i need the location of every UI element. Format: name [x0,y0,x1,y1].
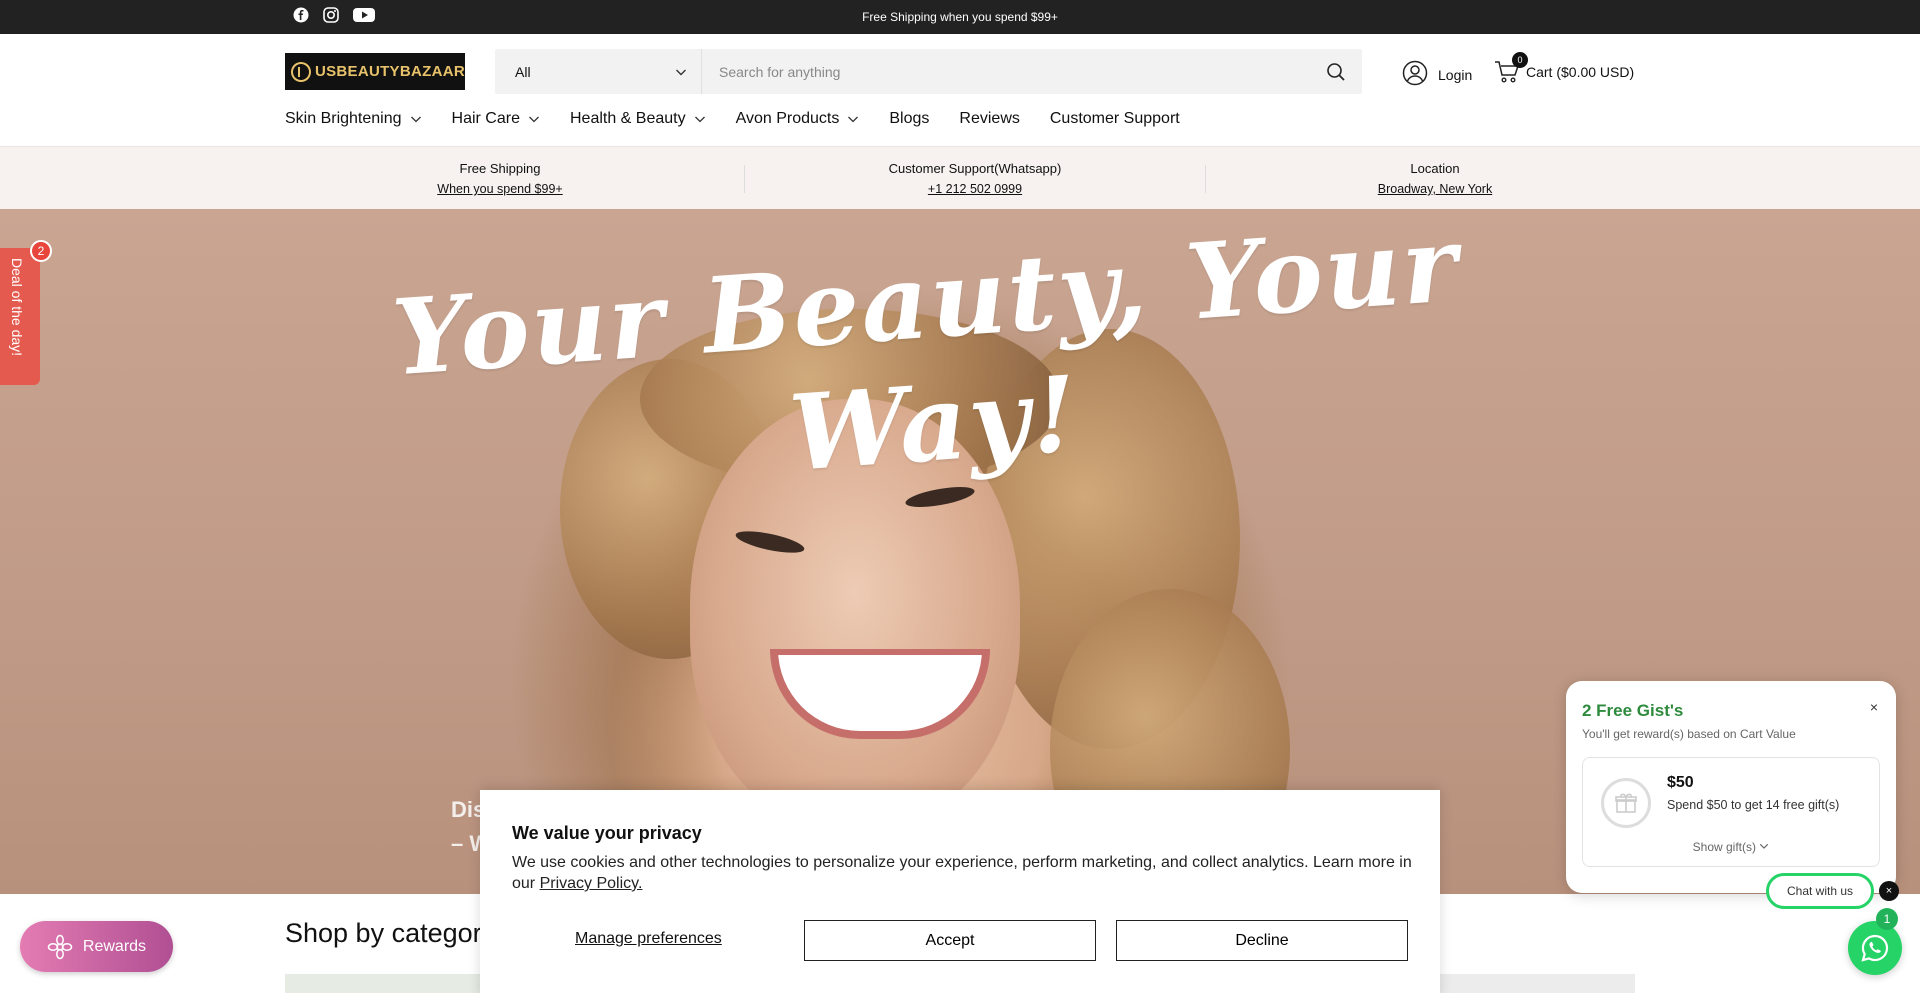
chat-count-badge: 1 [1876,908,1898,930]
cookie-body: We use cookies and other technologies to… [512,852,1412,894]
announcement-text: Free Shipping when you spend $99+ [862,10,1058,24]
cart-icon: 0 [1494,52,1528,84]
cart-count-badge: 0 [1512,52,1528,68]
cookie-title: We value your privacy [512,823,702,843]
gifts-title: 2 Free Gist's [1582,701,1684,720]
deal-count-badge: 2 [30,240,52,262]
show-gifts-label: Show gift(s) [1692,840,1756,854]
hero-title: Your Beauty, Your Way! [388,209,1463,495]
chat-with-us-pill[interactable]: Chat with us [1766,873,1874,909]
search-bar: All [495,49,1362,94]
privacy-policy-link[interactable]: Privacy Policy. [540,875,643,892]
search-icon[interactable] [1324,60,1348,84]
logo-mark-icon [291,61,311,82]
announcement-bar: Free Shipping when you spend $99+ [0,0,1920,34]
search-category-select[interactable]: All [495,49,702,94]
gift-tier-description: Spend $50 to get 14 free gift(s) [1667,798,1840,812]
cookie-consent-banner: We value your privacy We use cookies and… [480,790,1440,993]
search-input[interactable] [703,49,1303,94]
decline-button[interactable]: Decline [1116,920,1408,961]
shop-by-category-heading: Shop by category [285,918,496,948]
chevron-down-icon [1760,843,1769,849]
gift-tier-amount: $50 [1667,774,1694,791]
gift-tier-card: $50 Spend $50 to get 14 free gift(s) Sho… [1582,757,1880,867]
show-gifts-toggle[interactable]: Show gift(s) [1583,840,1879,854]
deal-label: Deal of the day! [9,258,25,357]
whatsapp-button[interactable] [1848,921,1902,975]
usp-link[interactable]: Broadway, New York [1205,179,1665,199]
nav-label: Avon Products [735,110,840,127]
logo-text: USBEAUTYBAZAAR [314,63,465,80]
category-image[interactable] [285,974,480,993]
chevron-down-icon [529,116,539,123]
login-label: Login [1438,66,1473,83]
nav-label: Reviews [959,110,1020,127]
usp-bar: Free Shipping When you spend $99+ Custom… [0,146,1920,209]
nav-item-blogs[interactable]: Blogs [889,110,929,128]
nav-item-reviews[interactable]: Reviews [959,110,1019,128]
free-gifts-popup: 2 Free Gist's × You'll get reward(s) bas… [1566,681,1896,893]
gifts-subtitle: You'll get reward(s) based on Cart Value [1582,727,1796,741]
cookie-body-text: We use cookies and other technologies to… [512,854,1412,892]
close-icon[interactable]: × [1870,699,1878,715]
whatsapp-icon [1861,934,1889,962]
nav-item-avon-products[interactable]: Avon Products [736,110,860,128]
category-image[interactable] [1440,974,1635,993]
login-link[interactable]: Login [1402,60,1472,89]
flower-icon [47,934,73,959]
nav-label: Blogs [889,110,930,127]
nav-item-skin-brightening[interactable]: Skin Brightening [285,110,422,128]
chevron-down-icon [694,116,705,123]
nav-label: Hair Care [451,110,520,127]
usp-title: Customer Support(Whatsapp) [888,161,1062,176]
cart-label: Cart ($0.00 USD) [1526,64,1635,80]
chat-pill-label: Chat with us [1786,884,1854,898]
accept-button[interactable]: Accept [804,920,1096,961]
rewards-button[interactable]: Rewards [20,921,173,972]
usp-link[interactable]: +1 212 502 0999 [745,179,1205,199]
usp-title: Free Shipping [459,161,541,176]
nav-item-customer-support[interactable]: Customer Support [1050,110,1180,128]
gift-icon [1601,778,1651,828]
usp-link[interactable]: When you spend $99+ [270,179,730,199]
manage-preferences-link[interactable]: Manage preferences [575,930,722,948]
nav-label: Skin Brightening [285,110,402,127]
user-icon [1402,60,1428,89]
cart-link[interactable]: 0 Cart ($0.00 USD) [1494,52,1635,84]
main-nav: Skin Brightening Hair Care Health & Beau… [285,110,1210,128]
rewards-label: Rewards [82,937,147,955]
nav-label: Health & Beauty [569,110,686,127]
deal-of-the-day-tab[interactable]: Deal of the day! 2 [0,240,52,385]
site-logo[interactable]: USBEAUTYBAZAAR [285,53,465,90]
usp-location: Location Broadway, New York [1205,159,1665,199]
chevron-down-icon [848,116,859,123]
chevron-down-icon [410,116,421,123]
nav-label: Customer Support [1049,110,1180,127]
usp-customer-support: Customer Support(Whatsapp) +1 212 502 09… [745,159,1205,199]
nav-item-hair-care[interactable]: Hair Care [452,110,540,128]
chevron-down-icon [675,65,687,81]
nav-item-health-beauty[interactable]: Health & Beauty [570,110,706,128]
usp-title: Location [1410,161,1460,176]
close-icon[interactable]: × [1879,881,1899,901]
usp-free-shipping: Free Shipping When you spend $99+ [270,159,730,199]
search-category-value: All [515,63,531,80]
